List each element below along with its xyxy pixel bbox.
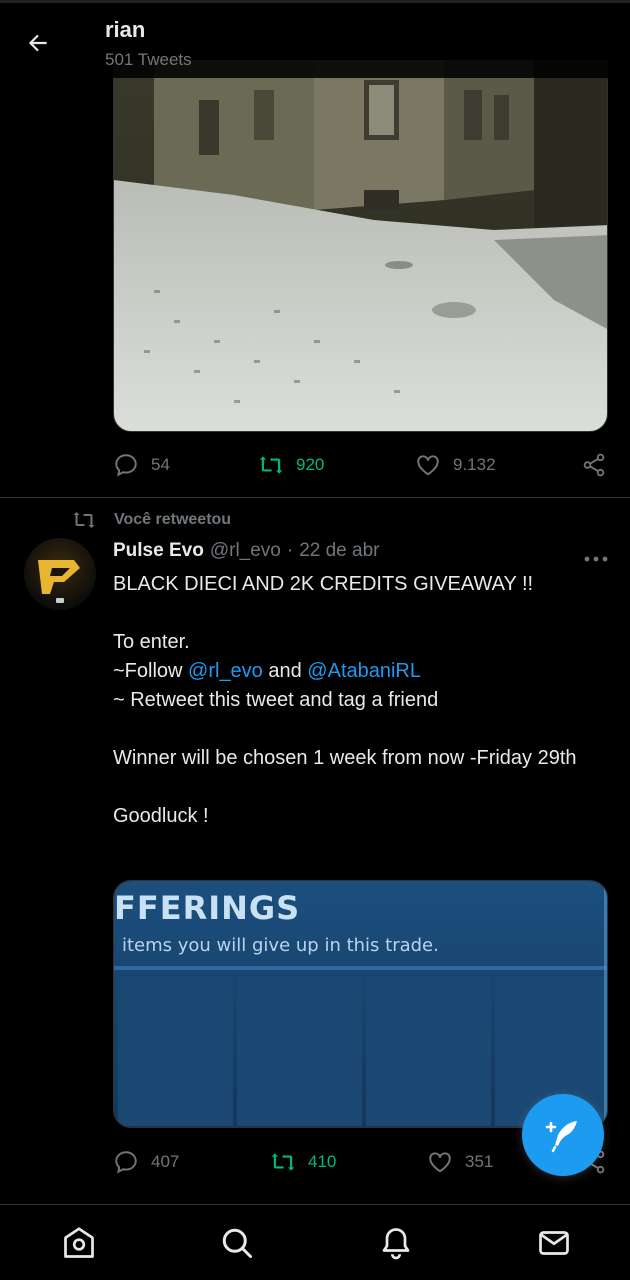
reply-count: 407	[151, 1152, 180, 1171]
retweet-icon	[259, 456, 283, 474]
mention-link[interactable]: @AtabaniRL	[307, 660, 421, 682]
media-heading: FFERINGS	[114, 889, 300, 927]
messages-icon	[539, 1231, 569, 1255]
tweet-date[interactable]: 22 de abr	[299, 540, 379, 562]
more-options-button[interactable]	[583, 550, 609, 562]
reply-icon	[115, 1151, 137, 1174]
share-icon	[583, 453, 605, 477]
compose-tweet-button[interactable]	[522, 1094, 604, 1176]
game-screenshot: FFERINGS items you will give up in this …	[114, 881, 607, 1127]
retweet-count: 410	[308, 1152, 337, 1171]
notifications-icon	[382, 1228, 410, 1260]
tweet-text: BLACK DIECI AND 2K CREDITS GIVEAWAY !! T…	[113, 570, 583, 831]
tweet-line: ~ Retweet this tweet and tag a friend	[113, 689, 439, 711]
reply-icon	[115, 454, 137, 477]
media-subheading: items you will give up in this trade.	[122, 935, 439, 956]
tweet-header: Pulse Evo @rl_evo · 22 de abr	[113, 540, 380, 562]
back-button[interactable]	[20, 25, 56, 61]
reply-button[interactable]: 407	[113, 1147, 179, 1177]
arrow-left-icon	[28, 34, 47, 52]
author-name[interactable]: Pulse Evo	[113, 540, 204, 562]
tweet-media-photo[interactable]	[113, 60, 608, 432]
and-text: and	[262, 660, 308, 682]
search-icon	[222, 1228, 252, 1258]
tweet-media-photo[interactable]: FFERINGS items you will give up in this …	[113, 880, 608, 1128]
avatar[interactable]	[24, 538, 96, 610]
reply-button[interactable]: 54	[113, 450, 170, 480]
retweet-icon	[271, 1153, 295, 1171]
profile-header: rian 501 Tweets	[0, 0, 630, 78]
heart-icon	[417, 455, 439, 476]
heart-icon	[429, 1152, 451, 1173]
retweet-count: 920	[296, 455, 325, 474]
like-button[interactable]: 9.132	[415, 450, 496, 480]
share-button[interactable]	[581, 450, 619, 480]
tweet-line: Goodluck !	[113, 805, 209, 827]
follow-prefix: ~Follow	[113, 660, 189, 682]
separator: ·	[286, 540, 294, 561]
bottom-nav	[0, 1204, 630, 1280]
tweet-line: BLACK DIECI AND 2K CREDITS GIVEAWAY !!	[113, 573, 534, 595]
author-handle[interactable]: @rl_evo	[210, 540, 281, 562]
tweet-line: ~Follow @rl_evo and @AtabaniRL	[113, 657, 583, 686]
nav-home[interactable]	[59, 1223, 99, 1263]
retweet-button[interactable]: 410	[270, 1147, 336, 1177]
snowy-street-photo	[114, 60, 607, 431]
more-dots-icon	[584, 556, 608, 562]
tweet-divider	[0, 497, 630, 498]
compose-quill-icon	[545, 1121, 577, 1153]
tweet-line: Winner will be chosen 1 week from now -F…	[113, 747, 577, 769]
tweet-line: To enter.	[113, 631, 190, 653]
like-count: 9.132	[453, 455, 496, 474]
home-icon	[64, 1227, 94, 1258]
like-button[interactable]: 351	[427, 1147, 493, 1177]
like-count: 351	[465, 1152, 494, 1171]
nav-messages[interactable]	[534, 1223, 574, 1263]
retweet-context-label: Você retweetou	[114, 511, 232, 528]
nav-search[interactable]	[217, 1223, 257, 1263]
retweet-context: Você retweetou	[72, 508, 231, 532]
retweet-context-icon	[73, 512, 95, 528]
tweet-count: 501 Tweets	[105, 50, 192, 69]
reply-count: 54	[151, 455, 170, 474]
nav-notifications[interactable]	[376, 1223, 416, 1263]
tweet1-actions: 54 920 9.132	[113, 450, 608, 480]
retweet-button[interactable]: 920	[258, 450, 324, 480]
profile-name: rian	[105, 17, 146, 42]
pulse-evo-logo	[24, 538, 96, 610]
mention-link[interactable]: @rl_evo	[188, 660, 263, 682]
